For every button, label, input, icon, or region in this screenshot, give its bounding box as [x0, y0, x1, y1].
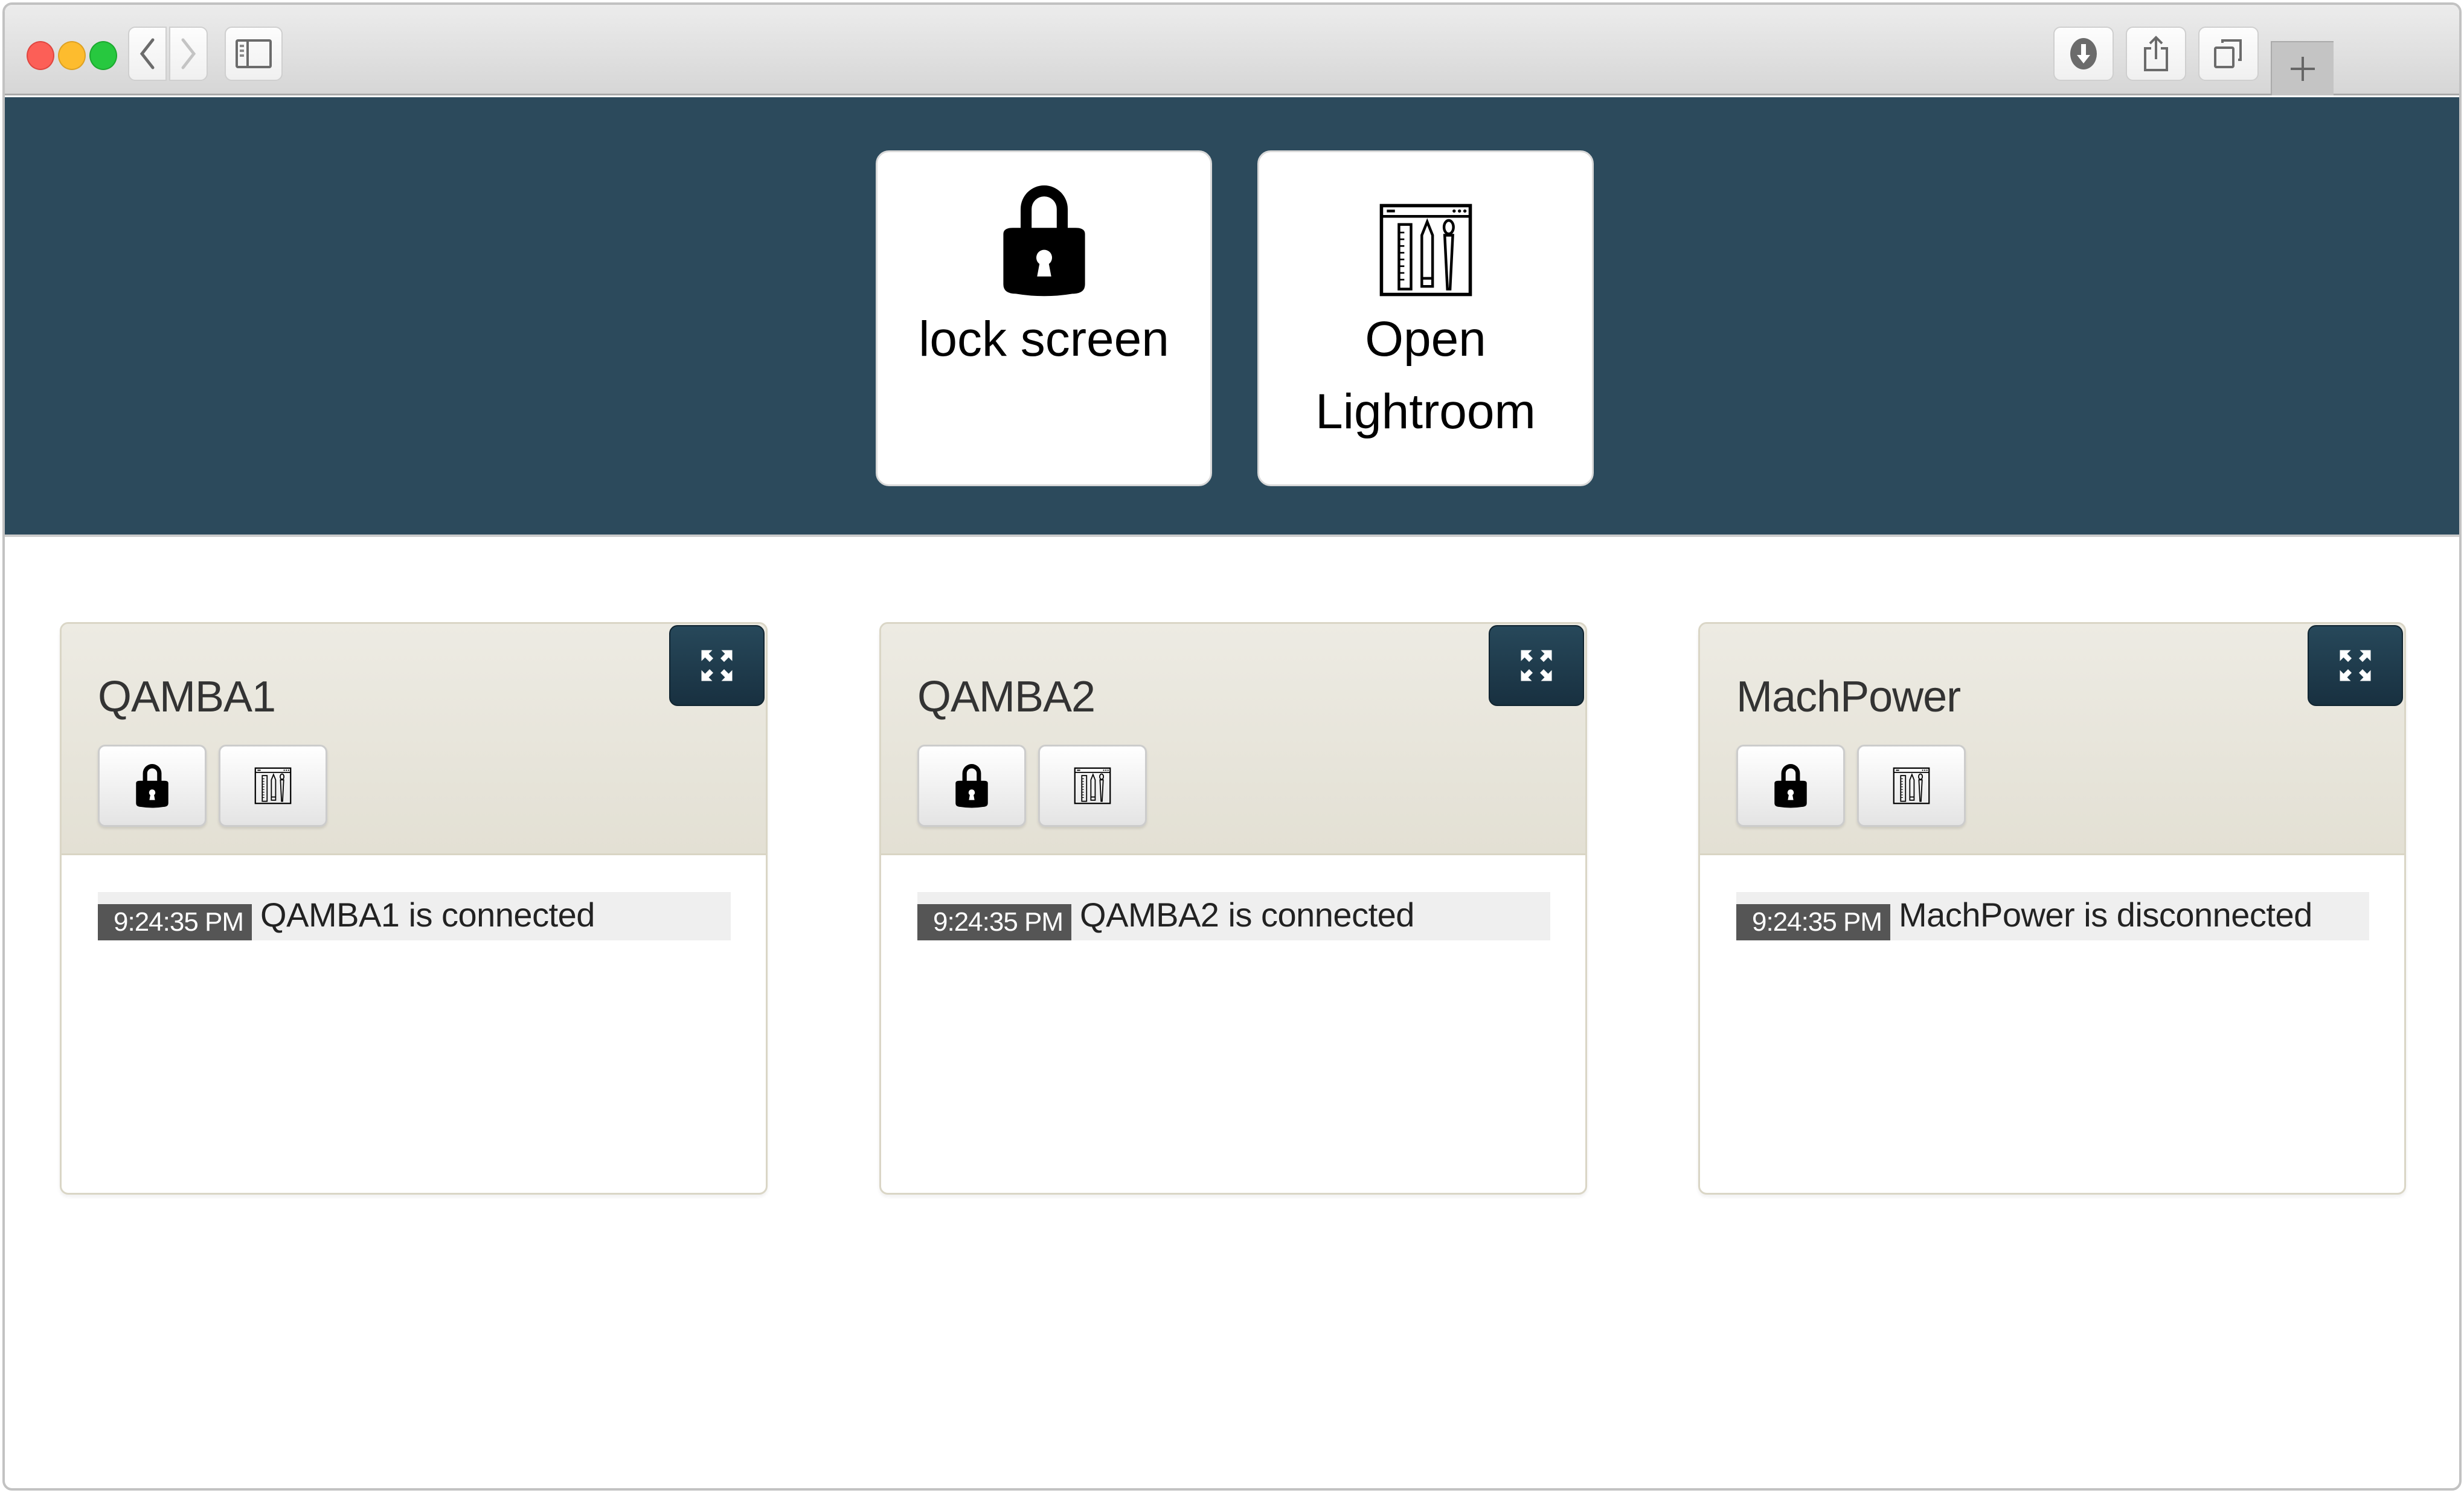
share-button[interactable] [2126, 27, 2186, 81]
chevron-left-icon [140, 38, 155, 69]
panel-header: MachPower [1700, 624, 2404, 855]
expand-icon [1518, 647, 1554, 684]
zoom-window-button[interactable] [89, 41, 117, 70]
open-lightroom-label: Open Lightroom [1315, 303, 1536, 448]
log-entry: 9:24:35 PM QAMBA2 is connected [917, 892, 1550, 940]
padlock-icon [1772, 763, 1809, 808]
lock-screen-label: lock screen [919, 312, 1169, 367]
lock-screen-all-button[interactable]: lock screen [876, 150, 1212, 486]
open-lightroom-button[interactable] [219, 745, 327, 827]
lock-screen-button[interactable] [1736, 745, 1845, 827]
browser-window: lock screen Open Lightroom QAMBA1 9:24:3… [2, 2, 2462, 1491]
open-lightroom-button[interactable] [1038, 745, 1147, 827]
panel-header: QAMBA1 [62, 624, 766, 855]
panel-header: QAMBA2 [881, 624, 1585, 855]
design-tools-window-icon [1890, 767, 1933, 804]
expand-icon [2337, 647, 2373, 684]
log-entry: 9:24:35 PM QAMBA1 is connected [98, 892, 731, 940]
new-tab-button[interactable] [2271, 41, 2334, 95]
share-icon [2144, 36, 2168, 71]
log-entry: 9:24:35 PM MachPower is disconnected [1736, 892, 2369, 940]
expand-icon [699, 647, 735, 684]
expand-button[interactable] [669, 625, 765, 706]
minimize-window-button[interactable] [58, 41, 86, 70]
quick-actions-bar: lock screen Open Lightroom [5, 97, 2459, 537]
log-timestamp: 9:24:35 PM [917, 904, 1072, 940]
chevron-right-icon [181, 38, 196, 69]
padlock-icon [997, 184, 1091, 297]
sidebar-icon [236, 39, 272, 68]
log-message: MachPower is disconnected [1899, 896, 2312, 934]
device-panel: MachPower 9:24:35 PM MachPower is discon… [1698, 622, 2406, 1195]
tabs-overview-icon [2214, 39, 2242, 68]
plus-icon [2291, 57, 2315, 81]
back-button[interactable] [128, 27, 167, 81]
open-lightroom-button[interactable] [1857, 745, 1966, 827]
download-icon [2070, 38, 2097, 69]
tab-overview-button[interactable] [2198, 27, 2259, 81]
design-tools-window-icon [1071, 767, 1114, 804]
close-window-button[interactable] [27, 41, 54, 70]
lock-screen-button[interactable] [98, 745, 207, 827]
panel-title: QAMBA2 [917, 673, 1096, 721]
show-sidebar-button[interactable] [225, 27, 283, 81]
downloads-button[interactable] [2053, 27, 2114, 81]
expand-button[interactable] [2308, 625, 2403, 706]
log-message: QAMBA2 is connected [1080, 896, 1414, 934]
device-panel: QAMBA1 9:24:35 PM QAMBA1 is connected [60, 622, 768, 1195]
open-lightroom-all-button[interactable]: Open Lightroom [1257, 150, 1594, 486]
design-tools-window-icon [1373, 203, 1479, 297]
panel-title: QAMBA1 [98, 673, 276, 721]
forward-button[interactable] [169, 27, 208, 81]
panel-title: MachPower [1736, 673, 1961, 721]
expand-button[interactable] [1489, 625, 1584, 706]
log-timestamp: 9:24:35 PM [98, 904, 252, 940]
padlock-icon [133, 763, 171, 808]
browser-toolbar [5, 5, 2459, 95]
log-timestamp: 9:24:35 PM [1736, 904, 1891, 940]
lock-screen-button[interactable] [917, 745, 1026, 827]
design-tools-window-icon [252, 767, 294, 804]
open-lightroom-label-line1: Open [1365, 312, 1486, 367]
device-panel: QAMBA2 9:24:35 PM QAMBA2 is connected [879, 622, 1587, 1195]
open-lightroom-label-line2: Lightroom [1315, 384, 1536, 439]
padlock-icon [953, 763, 990, 808]
log-message: QAMBA1 is connected [260, 896, 595, 934]
